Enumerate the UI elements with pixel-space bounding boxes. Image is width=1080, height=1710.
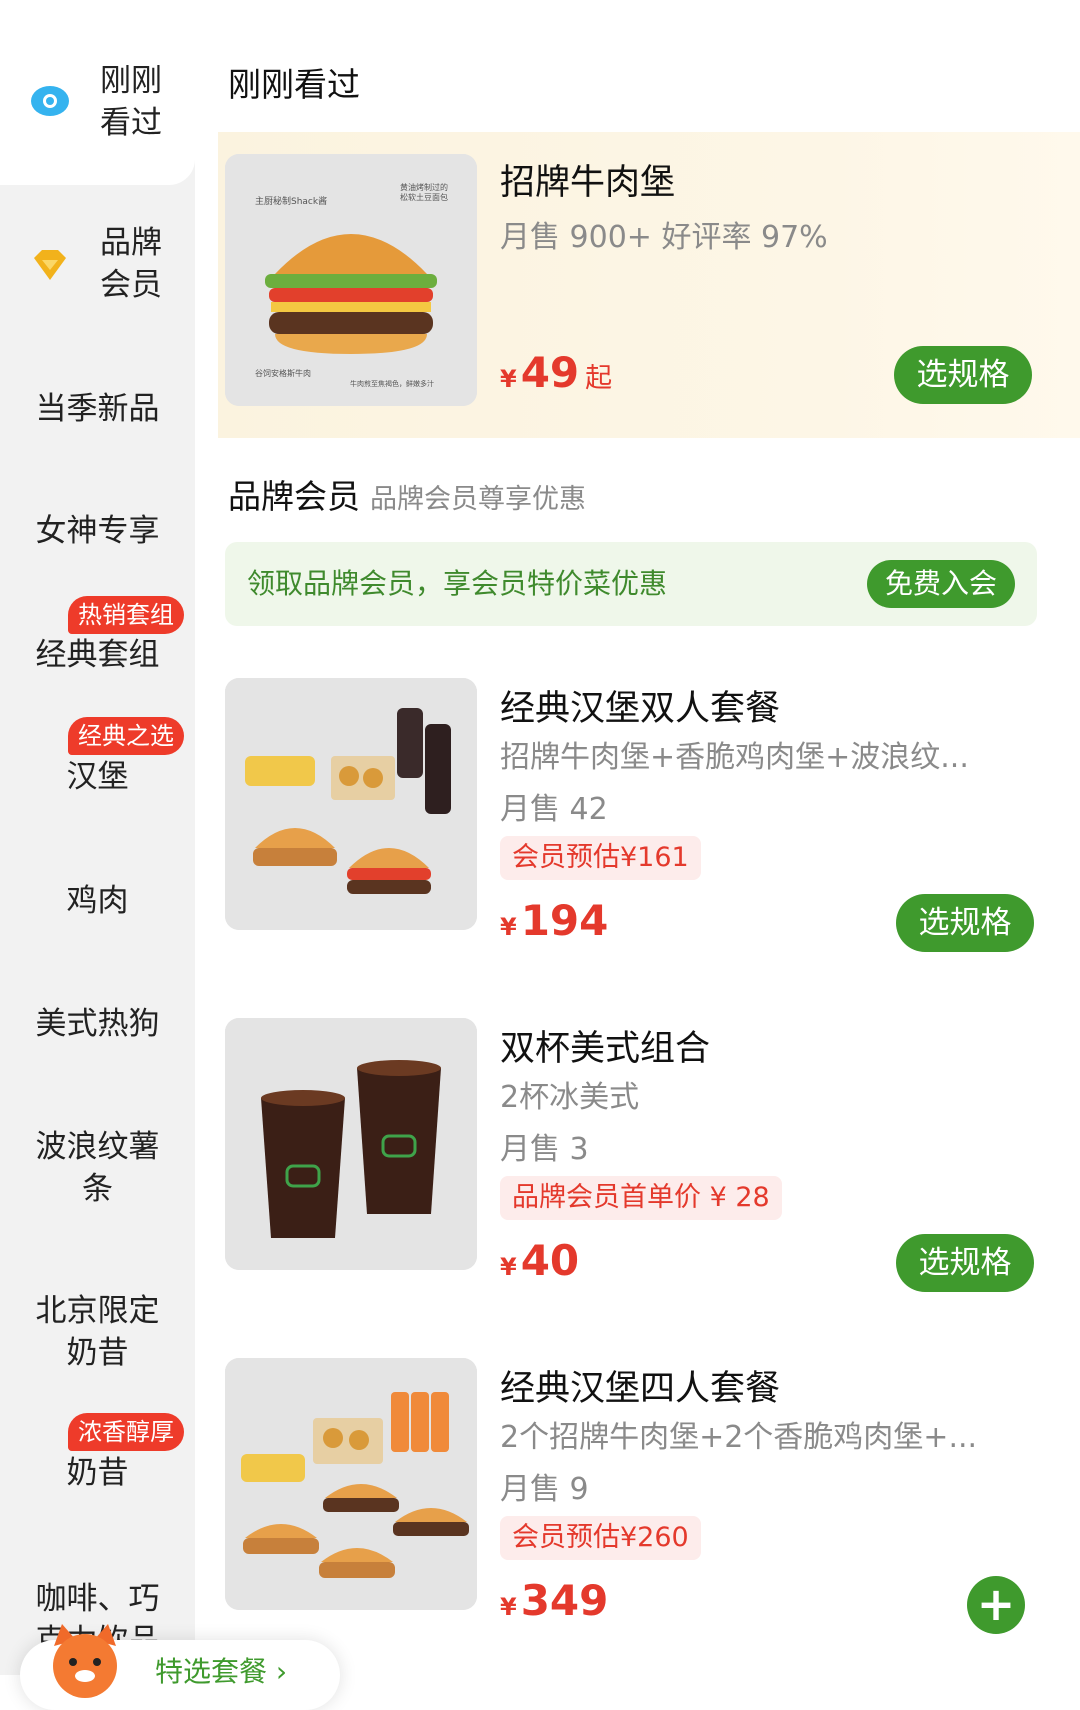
product-price: ¥349 <box>500 1576 608 1625</box>
sidebar-item-chicken[interactable]: 鸡肉 <box>0 880 195 922</box>
price-value: 40 <box>520 1236 580 1285</box>
rich-badge: 浓香醇厚 <box>68 1413 184 1451</box>
category-sidebar: 刚刚 看过 品牌 会员 当季新品 女神专享 热销套组 经典套组 经典之选 汉堡 … <box>0 0 195 1675</box>
product-name: 双杯美式组合 <box>500 1029 711 1069</box>
sidebar-item-label: 女神专享 <box>35 513 160 549</box>
sidebar-item-label: 鸡肉 <box>66 883 129 919</box>
member-price-tag: 会员预估¥161 <box>500 836 701 880</box>
member-section-header: 品牌会员 品牌会员尊享优惠 <box>228 470 586 518</box>
product-sales: 月售 9 <box>500 1472 589 1507</box>
currency-symbol: ¥ <box>500 1253 517 1281</box>
sidebar-item-label: 品牌 <box>100 225 162 261</box>
member-banner-text: 领取品牌会员，享会员特价菜优惠 <box>247 567 668 600</box>
sidebar-item-label: 奶昔 <box>66 1335 129 1371</box>
sidebar-item-label: 条 <box>82 1171 113 1207</box>
product-image-combo-2 <box>225 678 477 930</box>
member-section-subtitle: 品牌会员尊享优惠 <box>370 484 586 515</box>
price-value: 194 <box>520 896 609 945</box>
sidebar-item-label: 奶昔 <box>66 1455 129 1491</box>
add-to-cart-button[interactable]: + <box>967 1576 1025 1634</box>
featured-sets-text: 特选套餐 › <box>155 1655 288 1688</box>
sidebar-item-beijing-shake[interactable]: 北京限定 奶昔 <box>0 1290 195 1374</box>
currency-symbol: ¥ <box>500 1593 517 1621</box>
product-price: ¥40 <box>500 1236 579 1285</box>
currency-symbol: ¥ <box>500 365 517 393</box>
select-spec-button[interactable]: 选规格 <box>896 1234 1034 1292</box>
sidebar-item-hotdog[interactable]: 美式热狗 <box>0 1003 195 1045</box>
product-name: 经典汉堡双人套餐 <box>500 689 781 729</box>
select-spec-button[interactable]: 选规格 <box>894 346 1032 404</box>
product-image-americano <box>225 1018 477 1270</box>
product-desc: 2个招牌牛肉堡+2个香脆鸡肉堡+... <box>500 1420 978 1455</box>
sidebar-item-label: 汉堡 <box>66 759 129 795</box>
sidebar-item-label: 会员 <box>100 267 162 303</box>
sidebar-item-classic-sets[interactable]: 经典套组 <box>0 634 195 676</box>
product-desc: 招牌牛肉堡+香脆鸡肉堡+波浪纹... <box>500 740 969 775</box>
svg-text:松软土豆面包: 松软土豆面包 <box>400 192 448 202</box>
svg-text:黄油烤制过的: 黄油烤制过的 <box>400 182 448 192</box>
product-image-combo-4 <box>225 1358 477 1610</box>
sidebar-item-seasonal[interactable]: 当季新品 <box>0 388 195 430</box>
sidebar-item-label: 波浪纹薯 <box>35 1129 160 1165</box>
product-image-burger: 主厨秘制Shack酱 黄油烤制过的 松软土豆面包 谷饲安格斯牛肉 牛肉煎至焦褐色… <box>225 154 477 406</box>
eye-icon <box>30 84 70 129</box>
member-banner: 领取品牌会员，享会员特价菜优惠 免费入会 <box>225 542 1037 626</box>
sidebar-item-label: 刚刚 <box>100 63 162 99</box>
join-member-button[interactable]: 免费入会 <box>866 560 1015 608</box>
svg-text:主厨秘制Shack酱: 主厨秘制Shack酱 <box>255 195 327 207</box>
product-name: 招牌牛肉堡 <box>500 163 676 203</box>
classic-badge: 经典之选 <box>68 717 184 755</box>
sidebar-item-member[interactable]: 品牌 会员 <box>0 222 195 312</box>
sidebar-item-label: 看过 <box>100 105 162 141</box>
sidebar-item-label: 咖啡、巧 <box>35 1581 160 1617</box>
mascot-icon <box>40 1618 130 1698</box>
recent-section-title: 刚刚看过 <box>228 65 360 104</box>
currency-symbol: ¥ <box>500 913 517 941</box>
sidebar-item-goddess[interactable]: 女神专享 <box>0 510 195 552</box>
hot-badge: 热销套组 <box>68 596 184 634</box>
svg-text:牛肉煎至焦褐色，鲜嫩多汁: 牛肉煎至焦褐色，鲜嫩多汁 <box>350 379 434 388</box>
sidebar-item-label: 北京限定 <box>35 1293 160 1329</box>
sidebar-item-label: 当季新品 <box>35 391 160 427</box>
sidebar-item-label: 美式热狗 <box>35 1006 160 1042</box>
diamond-icon <box>32 248 68 293</box>
member-price-tag: 会员预估¥260 <box>500 1516 701 1560</box>
select-spec-button[interactable]: 选规格 <box>896 894 1034 952</box>
product-name: 经典汉堡四人套餐 <box>500 1369 781 1409</box>
product-sales: 月售 900+ 好评率 97% <box>500 220 828 255</box>
sidebar-item-shakes[interactable]: 奶昔 <box>0 1452 195 1494</box>
price-value: 349 <box>520 1576 609 1625</box>
product-card[interactable]: 经典汉堡双人套餐 招牌牛肉堡+香脆鸡肉堡+波浪纹... 月售 42 会员预估¥1… <box>225 678 1080 952</box>
product-sales: 月售 42 <box>500 792 608 827</box>
product-card[interactable]: 主厨秘制Shack酱 黄油烤制过的 松软土豆面包 谷饲安格斯牛肉 牛肉煎至焦褐色… <box>218 132 1080 438</box>
price-value: 49 <box>520 348 580 397</box>
svg-text:谷饲安格斯牛肉: 谷饲安格斯牛肉 <box>255 368 311 378</box>
product-price: ¥194 <box>500 896 608 945</box>
sidebar-item-recent[interactable]: 刚刚 看过 <box>0 60 195 150</box>
sidebar-item-burgers[interactable]: 汉堡 <box>0 756 195 798</box>
member-price-tag: 品牌会员首单价 ¥ 28 <box>500 1176 782 1220</box>
price-suffix: 起 <box>585 363 613 394</box>
sidebar-item-label: 经典套组 <box>35 637 160 673</box>
product-card[interactable]: 经典汉堡四人套餐 2个招牌牛肉堡+2个香脆鸡肉堡+... 月售 9 会员预估¥2… <box>225 1358 1080 1625</box>
product-card[interactable]: 双杯美式组合 2杯冰美式 月售 3 品牌会员首单价 ¥ 28 ¥40 选规格 <box>225 1018 1080 1292</box>
product-desc: 2杯冰美式 <box>500 1080 640 1115</box>
member-section-title: 品牌会员 <box>228 477 360 516</box>
sidebar-item-fries[interactable]: 波浪纹薯 条 <box>0 1126 195 1210</box>
product-sales: 月售 3 <box>500 1132 589 1167</box>
product-price: ¥49 起 <box>500 348 612 397</box>
